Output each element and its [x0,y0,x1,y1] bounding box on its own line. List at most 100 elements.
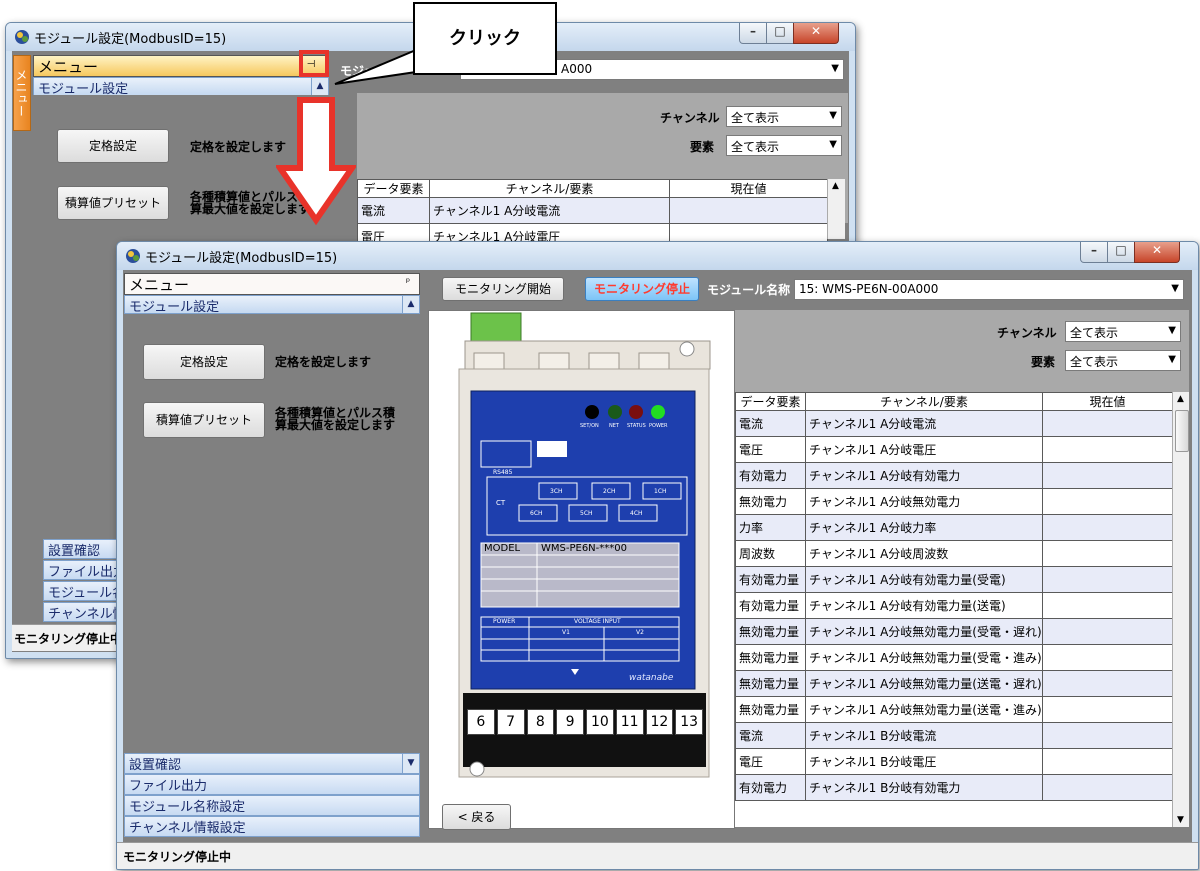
device-v2-label: V2 [636,629,644,636]
table-row[interactable]: 無効電力量 チャンネル1 A分岐無効電力量(受電・遅れ) [735,618,1173,645]
back-rated-desc: 定格を設定します [190,140,287,154]
front-nav-install-check[interactable]: 設置確認 ▼ [124,753,420,774]
table-cell: 無効電力量 [735,618,806,645]
device-ch-label: 3CH [550,488,563,495]
device-led-label: SET/ON [580,423,599,429]
pin-icon[interactable]: ᵖ [399,276,417,290]
module-name-combo[interactable]: 15: WMS-PE6N-00A000 ▼ [794,279,1184,300]
close-button[interactable]: ✕ [793,23,839,44]
menu-side-tab[interactable]: メニュー [13,55,31,131]
front-section-module-settings[interactable]: モジュール設定 ▲ [124,295,420,315]
table-cell: チャンネル1 A分岐無効電力量(送電・進み) [805,696,1043,723]
table-row[interactable]: 有効電力量 チャンネル1 A分岐有効電力量(送電) [735,592,1173,619]
table-cell: 無効電力量 [735,644,806,671]
table-cell: 電圧 [735,748,806,775]
back-col-header[interactable]: 現在値 [669,179,828,198]
back-nav-module-name[interactable]: モジュール名 [43,581,127,601]
table-row[interactable]: 周波数 チャンネル1 A分岐周波数 [735,540,1173,567]
table-cell: チャンネル1 B分岐電圧 [805,748,1043,775]
maximize-button[interactable]: □ [1107,242,1135,263]
back-rated-button[interactable]: 定格設定 [57,129,169,163]
back-preset-button[interactable]: 積算値プリセット [57,186,169,220]
table-cell [1042,722,1173,749]
table-cell: 有効電力量 [735,566,806,593]
back-table-scrollbar[interactable]: ▲ [827,179,845,239]
front-element-value: 全て表示 [1070,355,1119,369]
table-cell: チャンネル1 A分岐有効電力 [805,462,1043,489]
collapse-up-icon[interactable]: ▲ [311,78,328,95]
back-nav-file-output[interactable]: ファイル出力 [43,560,127,580]
table-row[interactable]: 電圧 チャンネル1 A分岐電圧 [735,436,1173,463]
front-table-scrollbar[interactable]: ▲ ▼ [1172,392,1189,827]
front-col-header[interactable]: チャンネル/要素 [805,392,1043,411]
table-cell [1042,644,1173,671]
front-status-bar: モニタリング停止中 [117,842,1198,869]
monitoring-stop-button[interactable]: モニタリング停止 [585,277,699,301]
minimize-icon: – [750,24,756,38]
back-channel-combo[interactable]: 全て表示 ▼ [726,106,842,127]
close-button[interactable]: ✕ [1134,242,1180,263]
back-button[interactable]: < 戻る [442,804,511,830]
back-menu-header: メニュー ⊣ [33,55,329,77]
table-row[interactable]: 無効電力量 チャンネル1 A分岐無効電力量(送電・進み) [735,696,1173,723]
front-nav-channel-info[interactable]: チャンネル情報設定 [124,816,420,837]
table-cell: 電流 [357,197,430,224]
front-rated-button[interactable]: 定格設定 [143,344,265,380]
table-row[interactable]: 有効電力 チャンネル1 B分岐有効電力 [735,774,1173,801]
table-row[interactable]: 電流 チャンネル1 A分岐電流 [735,410,1173,437]
back-element-combo[interactable]: 全て表示 ▼ [726,135,842,156]
table-cell: 有効電力量 [735,592,806,619]
table-cell [1042,774,1173,801]
front-preset-button[interactable]: 積算値プリセット [143,402,265,438]
front-window-title: モジュール設定(ModbusID=15) [145,251,338,266]
monitoring-start-button[interactable]: モニタリング開始 [442,277,564,301]
minimize-button[interactable]: – [1080,242,1108,263]
front-title-bar[interactable]: モジュール設定(ModbusID=15) – □ ✕ [117,242,1198,270]
table-cell [1042,670,1173,697]
front-channel-combo[interactable]: 全て表示 ▼ [1065,321,1181,342]
collapse-up-icon[interactable]: ▲ [402,296,419,313]
minimize-button[interactable]: – [739,23,767,44]
device-brand-logo: watanabe [629,673,674,683]
front-menu-header: メニュー ᵖ [124,273,420,295]
device-led-label: NET [609,423,619,429]
table-row[interactable]: 無効電力量 チャンネル1 A分岐無効電力量(送電・遅れ) [735,670,1173,697]
expand-down-icon[interactable]: ▼ [402,754,419,773]
table-row[interactable]: 無効電力量 チャンネル1 A分岐無効電力量(受電・進み) [735,644,1173,671]
front-col-header[interactable]: データ要素 [735,392,806,411]
table-row[interactable]: 有効電力 チャンネル1 A分岐有効電力 [735,462,1173,489]
back-col-header[interactable]: データ要素 [357,179,430,198]
back-section-module-settings[interactable]: モジュール設定 ▲ [33,77,329,97]
scroll-thumb[interactable] [1175,410,1189,452]
scroll-down-icon[interactable]: ▼ [1177,815,1184,825]
front-nav-file-output[interactable]: ファイル出力 [124,774,420,795]
table-cell: 無効電力量 [735,696,806,723]
front-col-header[interactable]: 現在値 [1042,392,1173,411]
table-row[interactable]: 電圧 チャンネル1 B分岐電圧 [735,748,1173,775]
table-row[interactable]: 電流 チャンネル1 A分岐電流 [357,197,828,224]
table-cell: 周波数 [735,540,806,567]
scroll-up-icon[interactable]: ▲ [832,181,839,191]
front-nav-module-name[interactable]: モジュール名称設定 [124,795,420,816]
callout-pointer [334,50,418,85]
maximize-button[interactable]: □ [766,23,794,44]
chevron-down-icon: ▼ [829,110,837,121]
table-row[interactable]: 力率 チャンネル1 A分岐力率 [735,514,1173,541]
maximize-icon: □ [774,24,786,38]
terminal: 6 [467,709,495,735]
table-cell: チャンネル1 A分岐電圧 [805,436,1043,463]
back-col-header[interactable]: チャンネル/要素 [429,179,670,198]
back-nav-channel-info[interactable]: チャンネル情 [43,602,127,622]
down-arrow-icon [276,97,356,226]
table-row[interactable]: 無効電力 チャンネル1 A分岐無効電力 [735,488,1173,515]
terminal-row: 6 7 8 9 10 11 12 13 [467,709,703,735]
table-row[interactable]: 電流 チャンネル1 B分岐電流 [735,722,1173,749]
table-cell: チャンネル1 A分岐電流 [429,197,670,224]
table-row[interactable]: 有効電力量 チャンネル1 A分岐有効電力量(受電) [735,566,1173,593]
front-element-combo[interactable]: 全て表示 ▼ [1065,350,1181,371]
back-nav-install-check[interactable]: 設置確認 [43,539,127,559]
front-section-label: モジュール設定 [129,300,220,315]
module-name-value: 15: WMS-PE6N-00A000 [799,282,939,296]
scroll-up-icon[interactable]: ▲ [1177,394,1184,404]
table-cell: チャンネル1 A分岐無効電力量(送電・遅れ) [805,670,1043,697]
